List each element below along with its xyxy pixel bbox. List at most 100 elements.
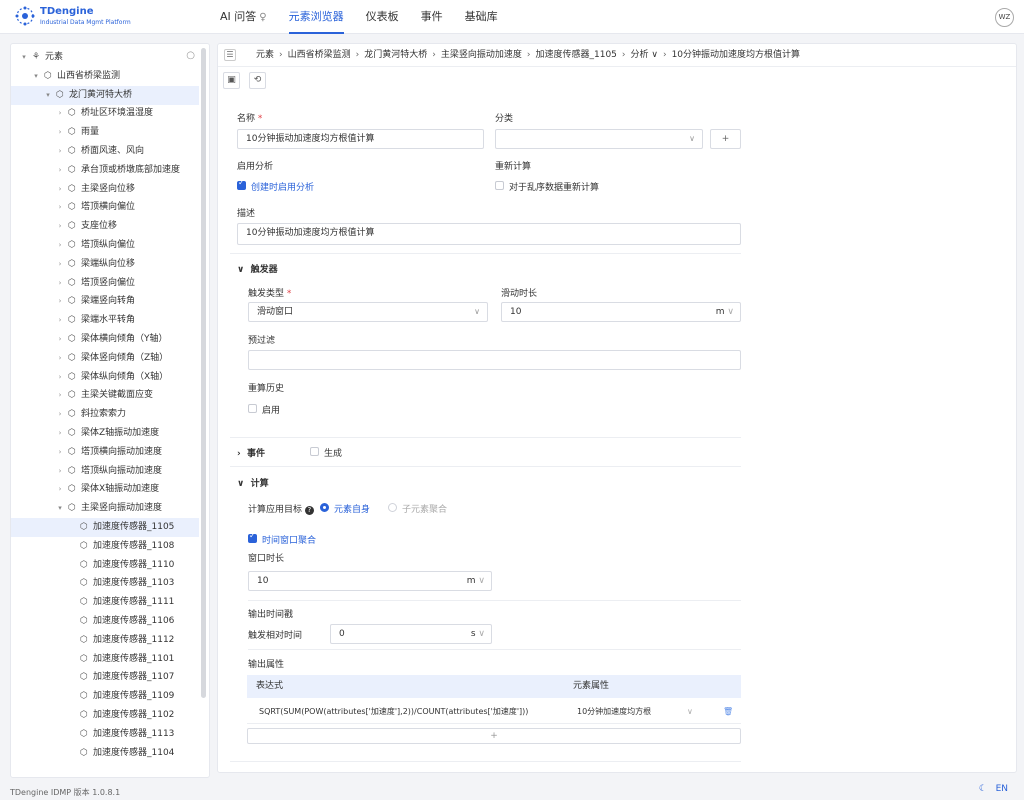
chevron-right-icon[interactable]: › xyxy=(55,198,65,217)
tree-node-category[interactable]: › ⬡ 塔顶横向振动加速度 xyxy=(11,443,199,462)
event-section-toggle[interactable]: › 事件 xyxy=(237,446,265,459)
tree-node-sensor[interactable]: ⬡ 加速度传感器_1105 xyxy=(11,518,199,537)
target-children-radio[interactable] xyxy=(388,503,397,512)
tree-node-sensor[interactable]: ⬡ 加速度传感器_1104 xyxy=(11,744,199,763)
tree-node-sensor[interactable]: ⬡ 加速度传感器_1112 xyxy=(11,631,199,650)
chevron-down-icon[interactable]: ▾ xyxy=(43,86,53,105)
tree-node-category[interactable]: › ⬡ 支座位移 xyxy=(11,217,199,236)
tree-node-sensor[interactable]: ⬡ 加速度传感器_1106 xyxy=(11,612,199,631)
tree-node-category[interactable]: ▾ ⬡ 主梁竖向振动加速度 xyxy=(11,499,199,518)
tree-node-category[interactable]: › ⬡ 梁体X轴振动加速度 xyxy=(11,480,199,499)
save-icon[interactable]: ▣ xyxy=(223,72,240,89)
breadcrumb-item[interactable]: 主梁竖向振动加速度 xyxy=(441,50,522,60)
window-agg-checkbox[interactable] xyxy=(248,531,257,543)
tree-node-category[interactable]: › ⬡ 斜拉索索力 xyxy=(11,405,199,424)
nav-events[interactable]: 事件 xyxy=(421,0,443,34)
tree-node-sensor[interactable]: ⬡ 加速度传感器_1103 xyxy=(11,574,199,593)
breadcrumb-item[interactable]: 10分钟振动加速度均方根值计算 xyxy=(672,50,800,60)
enable-on-create-checkbox[interactable] xyxy=(237,178,246,190)
refresh-icon[interactable]: ⟲ xyxy=(249,72,266,89)
chevron-right-icon[interactable]: › xyxy=(55,462,65,481)
tree-node-category[interactable]: › ⬡ 梁体横向倾角（Y轴） xyxy=(11,330,199,349)
breadcrumb-item[interactable]: 加速度传感器_1105 xyxy=(536,50,617,60)
prefilter-input[interactable] xyxy=(248,350,741,370)
nav-library[interactable]: 基础库 xyxy=(465,0,498,34)
tree-node-category[interactable]: › ⬡ 梁体竖向倾角（Z轴） xyxy=(11,349,199,368)
moon-icon[interactable]: ☾ xyxy=(979,784,987,794)
tree-node-category[interactable]: › ⬡ 主梁关键截面应变 xyxy=(11,386,199,405)
tree-node-sensor[interactable]: ⬡ 加速度传感器_1113 xyxy=(11,725,199,744)
recalc-history-checkbox[interactable] xyxy=(248,404,257,413)
tree-node-category[interactable]: › ⬡ 塔顶纵向偏位 xyxy=(11,236,199,255)
tree-node-category[interactable]: › ⬡ 梁端竖向转角 xyxy=(11,292,199,311)
chevron-right-icon[interactable]: › xyxy=(55,161,65,180)
chevron-right-icon[interactable]: › xyxy=(55,424,65,443)
chevron-down-icon[interactable]: ▾ xyxy=(19,48,29,67)
slide-duration-input[interactable]: 10 m ∨ xyxy=(501,302,741,322)
recalc-disorder-checkbox[interactable] xyxy=(495,181,504,190)
add-category-button[interactable]: + xyxy=(710,129,741,149)
tree-node-sensor[interactable]: ⬡ 加速度传感器_1110 xyxy=(11,556,199,575)
chevron-right-icon[interactable]: › xyxy=(55,255,65,274)
attribute-select[interactable]: 10分钟加速度均方根 ∨ xyxy=(577,700,693,724)
tree-node-sensor[interactable]: ⬡ 加速度传感器_1107 xyxy=(11,668,199,687)
name-input[interactable]: 10分钟振动加速度均方根值计算 xyxy=(237,129,484,149)
chevron-right-icon[interactable]: › xyxy=(55,349,65,368)
app-logo[interactable]: TDengine Industrial Data Mgmt Platform xyxy=(14,5,131,27)
breadcrumb-item[interactable]: 山西省桥梁监测 xyxy=(288,50,351,60)
tree-node-category[interactable]: › ⬡ 雨量 xyxy=(11,123,199,142)
chevron-right-icon[interactable]: › xyxy=(55,217,65,236)
sidebar-scrollbar[interactable] xyxy=(201,48,206,698)
trigger-offset-input[interactable]: 0s ∨ xyxy=(330,624,492,644)
tree-node-category[interactable]: › ⬡ 承台顶或桥墩底部加速度 xyxy=(11,161,199,180)
delete-icon[interactable]: 🗑 xyxy=(723,700,733,724)
trigger-type-select[interactable]: 滑动窗口 ∨ xyxy=(248,302,488,322)
chevron-right-icon[interactable]: › xyxy=(55,274,65,293)
nav-ai-qa[interactable]: AI 问答 ♀ xyxy=(220,0,267,34)
nav-dashboard[interactable]: 仪表板 xyxy=(366,0,399,34)
tree-node-category[interactable]: › ⬡ 梁体纵向倾角（X轴） xyxy=(11,368,199,387)
chevron-right-icon[interactable]: › xyxy=(55,368,65,387)
tree-node-category[interactable]: › ⬡ 梁端纵向位移 xyxy=(11,255,199,274)
tree-node-sensor[interactable]: ⬡ 加速度传感器_1102 xyxy=(11,706,199,725)
compute-section-toggle[interactable]: ∨ 计算 xyxy=(237,476,269,489)
tree-node-category[interactable]: › ⬡ 塔顶竖向偏位 xyxy=(11,274,199,293)
breadcrumb-item[interactable]: 分析 ∨ xyxy=(631,50,658,60)
chevron-right-icon[interactable]: › xyxy=(55,443,65,462)
tree-node-category[interactable]: › ⬡ 梁体Z轴振动加速度 xyxy=(11,424,199,443)
tree-node-sensor[interactable]: ⬡ 加速度传感器_1109 xyxy=(11,687,199,706)
tree-node-sensor[interactable]: ⬡ 加速度传感器_1108 xyxy=(11,537,199,556)
tree-root[interactable]: ▾ ⚘ 元素 xyxy=(11,48,199,67)
collapse-sidebar-icon[interactable]: ☰ xyxy=(224,49,236,61)
tree-node-category[interactable]: › ⬡ 主梁竖向位移 xyxy=(11,180,199,199)
trigger-section-toggle[interactable]: ∨ 触发器 xyxy=(237,262,278,275)
expression-input[interactable]: SQRT(SUM(POW(attributes['加速度'],2))/COUNT… xyxy=(259,700,528,724)
chevron-down-icon[interactable]: ▾ xyxy=(31,67,41,86)
category-select[interactable]: ∨ xyxy=(495,129,703,149)
chevron-right-icon[interactable]: › xyxy=(55,180,65,199)
tree-node-category[interactable]: › ⬡ 塔顶纵向振动加速度 xyxy=(11,462,199,481)
tree-node-sensor[interactable]: ⬡ 加速度传感器_1101 xyxy=(11,650,199,669)
tree-node-category[interactable]: › ⬡ 桥面风速、风向 xyxy=(11,142,199,161)
tree-node-bridge[interactable]: ▾ ⬡ 龙门黄河特大桥 xyxy=(11,85,199,105)
breadcrumb-item[interactable]: 元素 xyxy=(256,50,274,60)
chevron-right-icon[interactable]: › xyxy=(55,480,65,499)
chevron-down-icon[interactable]: ▾ xyxy=(55,499,65,518)
language-toggle[interactable]: EN xyxy=(996,784,1008,794)
chevron-right-icon[interactable]: › xyxy=(55,405,65,424)
chevron-right-icon[interactable]: › xyxy=(55,386,65,405)
breadcrumb-item[interactable]: 龙门黄河特大桥 xyxy=(364,50,427,60)
chevron-right-icon[interactable]: › xyxy=(55,292,65,311)
tree-node-category[interactable]: › ⬡ 梁端水平转角 xyxy=(11,311,199,330)
chevron-right-icon[interactable]: › xyxy=(55,123,65,142)
target-self-radio[interactable] xyxy=(320,503,329,512)
add-output-row-button[interactable]: + xyxy=(247,728,741,744)
tree-node-sensor[interactable]: ⬡ 加速度传感器_1111 xyxy=(11,593,199,612)
description-textarea[interactable]: 10分钟振动加速度均方根值计算 xyxy=(237,223,741,245)
generate-event-checkbox[interactable] xyxy=(310,447,319,456)
user-avatar[interactable]: WZ xyxy=(995,8,1014,27)
chevron-right-icon[interactable]: › xyxy=(55,330,65,349)
window-unit-select[interactable]: m ∨ xyxy=(467,572,485,590)
offset-unit-select[interactable]: s ∨ xyxy=(471,625,485,643)
slide-unit-select[interactable]: m ∨ xyxy=(716,303,734,321)
